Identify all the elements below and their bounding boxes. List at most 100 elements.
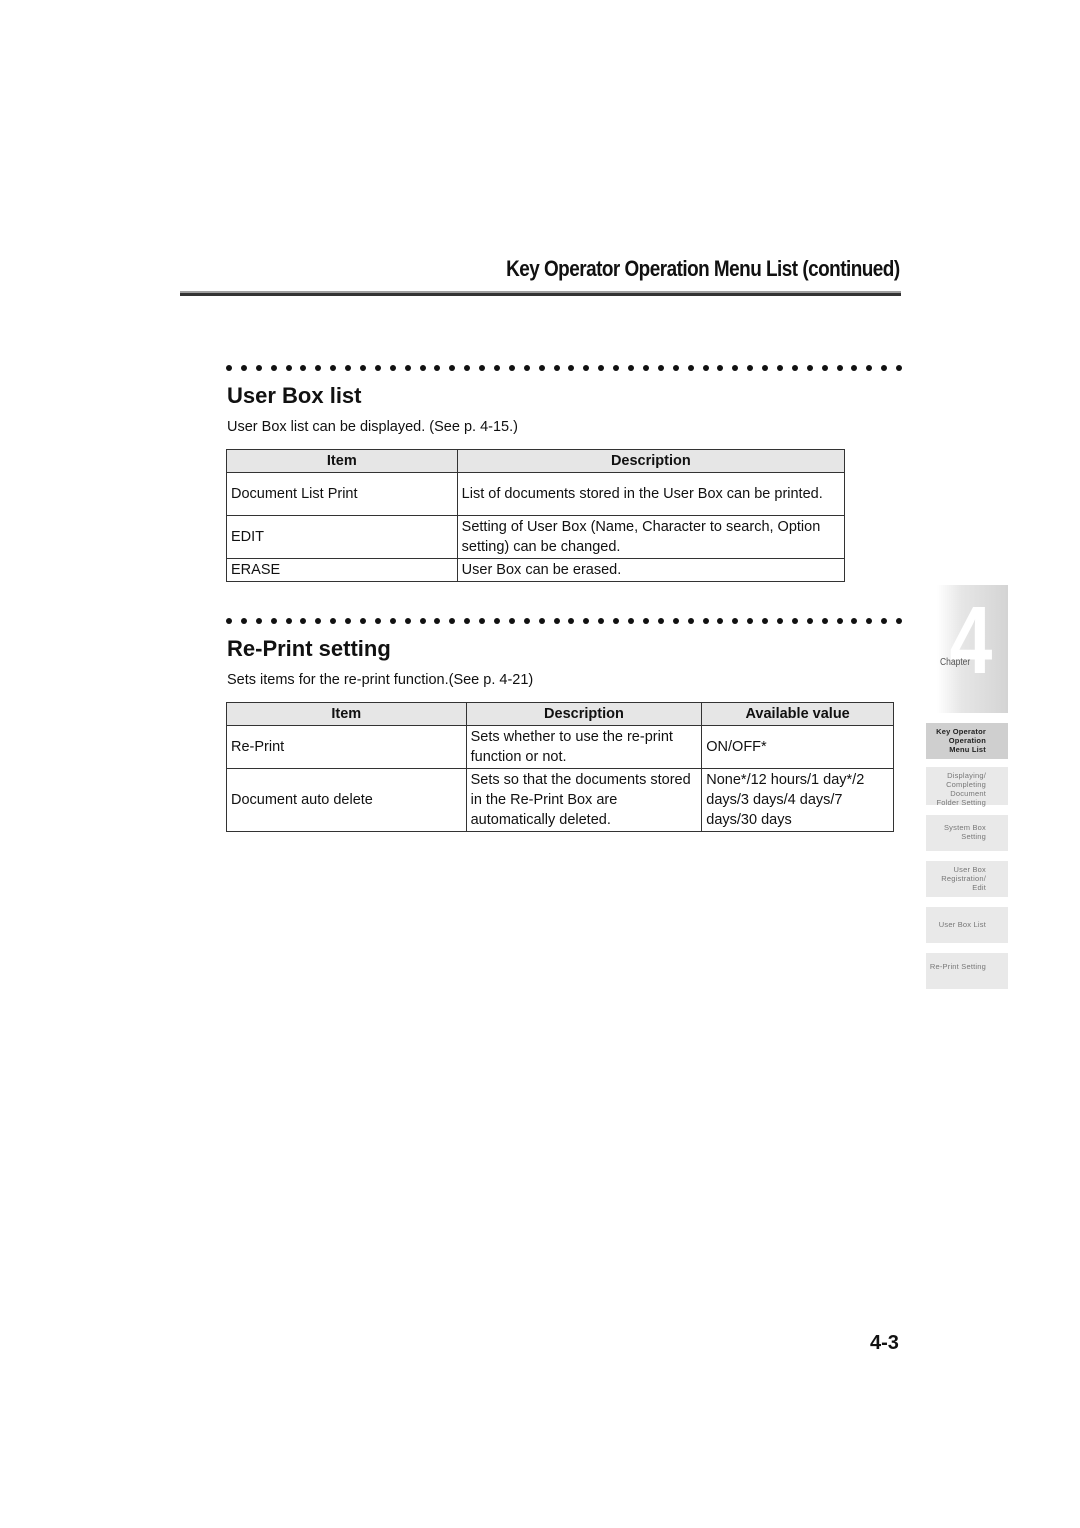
divider-dot: [434, 618, 441, 624]
user-box-list-table: Item Description Document List Print Lis…: [226, 449, 846, 582]
divider-dot: [881, 365, 888, 371]
column-header: Available value: [701, 702, 894, 726]
divider-dot: [806, 365, 813, 371]
divider-dot: [851, 618, 858, 624]
divider-dot: [791, 618, 798, 624]
divider-dot: [851, 365, 858, 371]
divider-dot: [806, 618, 813, 624]
divider-dot: [672, 365, 679, 371]
divider-dot: [449, 618, 456, 624]
divider-dot: [791, 365, 798, 371]
divider-dot: [687, 365, 694, 371]
description-cell: Sets whether to use the re-print functio…: [465, 725, 703, 769]
divider-dot: [836, 618, 843, 624]
divider-dot: [881, 618, 888, 624]
running-header: Key Operator Operation Menu List (contin…: [506, 256, 900, 281]
section-intro: Sets items for the re-print function.(Se…: [227, 672, 534, 688]
section-title: User Box list: [227, 383, 362, 408]
divider-dot: [762, 365, 769, 371]
side-tab-key-operator-menu-list[interactable]: Key Operator Operation Menu List: [926, 723, 1008, 759]
table-row: ERASE User Box can be erased.: [226, 558, 846, 582]
divider-dot: [419, 618, 426, 624]
divider-dot: [553, 365, 560, 371]
divider-dot: [702, 618, 709, 624]
divider-dot: [285, 365, 292, 371]
divider-dot: [836, 365, 843, 371]
divider-dot: [583, 618, 590, 624]
divider-dot: [613, 618, 620, 624]
divider-dot: [732, 365, 739, 371]
divider-dot: [672, 618, 679, 624]
divider-dot: [240, 618, 247, 624]
divider-dot: [538, 618, 545, 624]
side-tab-system-box-setting[interactable]: System Box Setting: [926, 815, 1008, 851]
side-tab-document-folder-setting[interactable]: Displaying/ Completing Document Folder S…: [926, 767, 1008, 807]
description-cell: List of documents stored in the User Box…: [456, 472, 846, 516]
divider-dot: [330, 365, 337, 371]
divider-dot: [776, 365, 783, 371]
divider-dot: [613, 365, 620, 371]
divider-dot: [717, 365, 724, 371]
dotted-divider: [226, 365, 902, 373]
divider-dot: [389, 618, 396, 624]
divider-dot: [583, 365, 590, 371]
divider-dot: [315, 618, 322, 624]
divider-dot: [866, 365, 873, 371]
divider-dot: [300, 618, 307, 624]
divider-dot: [374, 365, 381, 371]
divider-dot: [345, 365, 352, 371]
side-tab-user-box-registration-edit[interactable]: User Box Registration/ Edit: [926, 861, 1008, 897]
table-row: Document auto delete Sets so that the do…: [226, 768, 894, 832]
divider-dot: [374, 618, 381, 624]
divider-dot: [747, 365, 754, 371]
description-cell: Sets so that the documents stored in the…: [465, 768, 703, 832]
side-tab-re-print-setting[interactable]: Re-Print Setting: [926, 953, 1008, 989]
divider-dot: [270, 365, 277, 371]
divider-dot: [464, 618, 471, 624]
divider-dot: [494, 618, 501, 624]
chapter-label: Chapter: [940, 657, 971, 668]
table-row: Document List Print List of documents st…: [226, 472, 846, 516]
divider-dot: [434, 365, 441, 371]
divider-dot: [315, 365, 322, 371]
divider-dot: [523, 365, 530, 371]
column-header: Item: [226, 702, 467, 726]
item-cell: Document List Print: [226, 472, 458, 516]
column-header: Item: [226, 449, 458, 473]
item-cell: ERASE: [226, 558, 458, 582]
divider-dot: [821, 618, 828, 624]
table-header-row: Item Description: [226, 449, 846, 473]
divider-dot: [255, 365, 262, 371]
divider-dot: [523, 618, 530, 624]
divider-dot: [628, 365, 635, 371]
divider-dot: [568, 365, 575, 371]
divider-dot: [270, 618, 277, 624]
divider-dot: [494, 365, 501, 371]
side-tab-label: Displaying/ Completing Document Folder S…: [936, 771, 986, 807]
divider-dot: [285, 618, 292, 624]
table-header-row: Item Description Available value: [226, 702, 894, 726]
re-print-setting-table: Item Description Available value Re-Prin…: [226, 702, 894, 832]
divider-dot: [479, 618, 486, 624]
chapter-number: 4: [949, 587, 992, 694]
divider-dot: [508, 365, 515, 371]
divider-dot: [717, 618, 724, 624]
page-number: 4-3: [870, 1332, 899, 1354]
divider-dot: [479, 365, 486, 371]
header-rule: [180, 291, 901, 296]
side-tab-label: User Box List: [938, 920, 986, 929]
chapter-tab[interactable]: 4 Chapter: [937, 585, 1008, 713]
divider-dot: [464, 365, 471, 371]
divider-dot: [598, 365, 605, 371]
divider-dot: [762, 618, 769, 624]
side-tab-user-box-list[interactable]: User Box List: [926, 907, 1008, 943]
divider-dot: [300, 365, 307, 371]
column-header: Description: [456, 449, 846, 473]
item-cell: Document auto delete: [226, 768, 467, 832]
divider-dot: [896, 618, 902, 624]
side-tab-label: System Box Setting: [943, 823, 986, 841]
available-value-cell: ON/OFF*: [701, 725, 894, 769]
divider-dot: [240, 365, 247, 371]
side-tab-label: User Box Registration/ Edit: [941, 865, 986, 892]
divider-dot: [598, 618, 605, 624]
